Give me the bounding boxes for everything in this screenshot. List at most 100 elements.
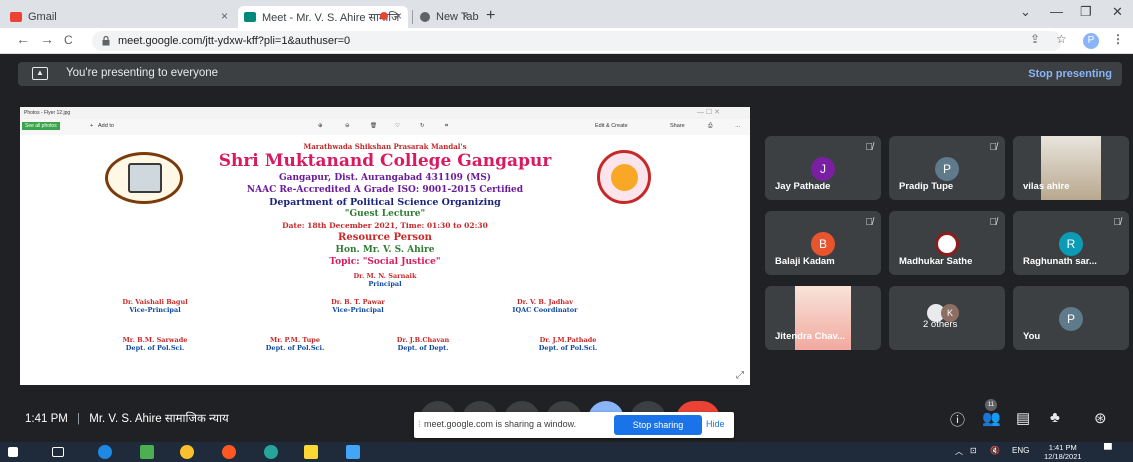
presented-window: Photos - Flyer 12.jpg — ☐ ✕ See all phot… [20,107,750,385]
tab-meet[interactable]: Meet - Mr. V. S. Ahire सामाजि × [238,6,408,28]
bookmark-star-icon[interactable]: ☆ [1056,32,1067,46]
info-icon[interactable]: ⓘ [950,409,965,430]
notifications-icon[interactable]: ▀ [1104,444,1112,456]
organizer-card: Dr. Vaishali Bagul Vice-Principal [95,298,215,314]
activities-icon[interactable]: ♣ [1050,409,1060,426]
participant-name: Jay Pathade [775,181,831,192]
photos-icon[interactable] [346,445,360,459]
mic-off-icon: 🎙̸ [865,217,874,228]
avatar: P [1059,307,1083,331]
participant-tile[interactable]: 🎙̸ J Jay Pathade [765,136,881,200]
photos-app-icon[interactable] [140,445,154,459]
participant-name: Jitendra Chav... [775,331,846,342]
meet-icon [244,12,256,22]
meeting-title: Mr. V. S. Ahire सामाजिक न्याय [89,413,229,425]
close-tab-icon[interactable]: × [462,9,469,23]
close-tab-icon[interactable]: × [395,9,402,23]
opera-icon[interactable] [222,445,236,459]
presenting-text: You're presenting to everyone [66,67,219,79]
avatar: J [811,157,835,181]
organizer-card: Dr. J.M.Pathade Dept. of Pol.Sci. [508,336,628,352]
back-icon[interactable]: ← [16,31,30,47]
participant-name: Pradip Tupe [899,181,954,192]
zoom-in-icon: ⊕ [318,123,323,129]
chevron-down-icon[interactable]: ⌄ [1020,4,1031,20]
participant-name: vilas ahire [1023,181,1070,192]
tray-chevron-icon[interactable]: ︿ [955,446,963,457]
society-name: Marathwada Shikshan Prasarak Mandal's [303,142,467,151]
organizer-role: Dept. of Pol.Sci. [265,344,325,352]
organizer-name: Dr. Vaishali Bagul [122,298,188,306]
tab-label: New Tab [436,11,479,23]
stop-sharing-button[interactable]: Stop sharing [614,415,702,435]
organizer-card: Mr. P.M. Tupe Dept. of Pol.Sci. [235,336,355,352]
mic-off-icon: 🎙̸ [989,217,998,228]
college-address: Gangapur, Dist. Aurangabad 431109 (MS) [278,173,492,183]
photos-titlebar: Photos - Flyer 12.jpg — ☐ ✕ [20,107,750,119]
minimize-icon[interactable]: — [1050,4,1063,19]
expand-icon: ⤢ [736,370,744,381]
lecture-topic: Topic: "Social Justice" [329,257,441,267]
speaker-name: Hon. Mr. V. S. Ahire [335,245,435,255]
chat-icon[interactable]: ▤ [1016,409,1030,427]
organizer-role: Dept. of Dept. [397,344,449,352]
college-name: Shri Muktanand College Gangapur [218,151,552,171]
hide-button[interactable]: Hide [706,419,725,429]
organizer-name: Mr. B.M. Sarwade [122,336,188,344]
participant-tile[interactable]: Jitendra Chav... [765,286,881,350]
mic-off-icon: 🎙̸ [865,142,874,153]
taskbar-time: 1:41 PM [1048,443,1077,452]
sharing-notification: ⁞ meet.google.com is sharing a window. S… [414,412,734,438]
photos-toolbar: See all photos + Add to ⊕ ⊖ 🗑 ♡ ↻ ⌗ Edit… [20,119,750,135]
task-view-icon[interactable] [52,447,64,457]
participant-tile[interactable]: 🎙̸ B Balaji Kadam [765,211,881,275]
participant-tile[interactable]: P You [1013,286,1129,350]
chrome-profile-icon[interactable] [264,445,278,459]
share-page-icon[interactable]: ⇪ [1030,32,1040,46]
close-tab-icon[interactable]: × [221,9,228,23]
tab-gmail[interactable]: Gmail × [4,6,234,28]
profile-avatar[interactable]: P [1083,33,1099,49]
participant-tile[interactable]: vilas ahire [1013,136,1129,200]
organizer-name: Mr. P.M. Tupe [270,336,320,344]
crop-icon: ⌗ [445,123,449,129]
network-icon[interactable]: ⊡ [970,446,977,455]
close-window-icon[interactable]: ✕ [1112,4,1123,20]
favorite-icon: ♡ [395,123,400,129]
language-indicator[interactable]: ENG [1012,446,1029,455]
chrome-icon[interactable] [180,445,194,459]
add-to-button: Add to [98,123,114,129]
participant-tile[interactable]: 🎙̸ Madhukar Sathe [889,211,1005,275]
organizer-name: Dr. B. T. Pawar [331,298,385,306]
meeting-time: 1:41 PM [25,413,68,425]
edge-icon[interactable] [98,445,112,459]
mic-off-icon: 🎙̸ [989,142,998,153]
sharing-message: meet.google.com is sharing a window. [424,419,577,429]
people-icon[interactable]: 👥 [982,409,1001,427]
flyer-image: Marathwada Shikshan Prasarak Mandal's Sh… [20,135,750,385]
participant-name: Raghunath sar... [1023,256,1097,267]
participant-tile[interactable]: K 2 others [889,286,1005,350]
windows-start-icon[interactable] [8,447,18,457]
forward-icon[interactable]: → [40,31,54,47]
volume-muted-icon[interactable]: 🔇 [990,446,1000,455]
host-controls-icon[interactable]: ⊛ [1094,409,1107,427]
principal-role: Principal [368,280,402,288]
restore-icon[interactable]: ❐ [1080,4,1092,20]
file-explorer-icon[interactable] [304,445,318,459]
menu-kebab-icon[interactable]: ⋮ [1112,32,1124,46]
reload-icon[interactable]: C [64,33,73,47]
clock[interactable]: 1:41 PM 12/18/2021 [1044,443,1082,461]
tab-new-tab[interactable]: New Tab [414,6,480,28]
lock-icon [102,36,110,46]
event-datetime: Date: 18th December 2021, Time: 01:30 to… [282,221,488,230]
stop-presenting-button[interactable]: Stop presenting [1028,68,1112,80]
organizer-card: Dr. J.B.Chavan Dept. of Dept. [363,336,483,352]
avatar-logo [935,232,959,256]
url-field[interactable]: meet.google.com/jtt-ydxw-kff?pli=1&authu… [92,31,1062,51]
new-tab-icon[interactable]: + [486,7,495,25]
participant-tile[interactable]: 🎙̸ P Pradip Tupe [889,136,1005,200]
meeting-info: 1:41 PM | Mr. V. S. Ahire सामाजिक न्याय [25,411,229,426]
drag-handle-icon[interactable]: ⁞ [418,419,421,429]
participant-tile[interactable]: 🎙̸ R Raghunath sar... [1013,211,1129,275]
